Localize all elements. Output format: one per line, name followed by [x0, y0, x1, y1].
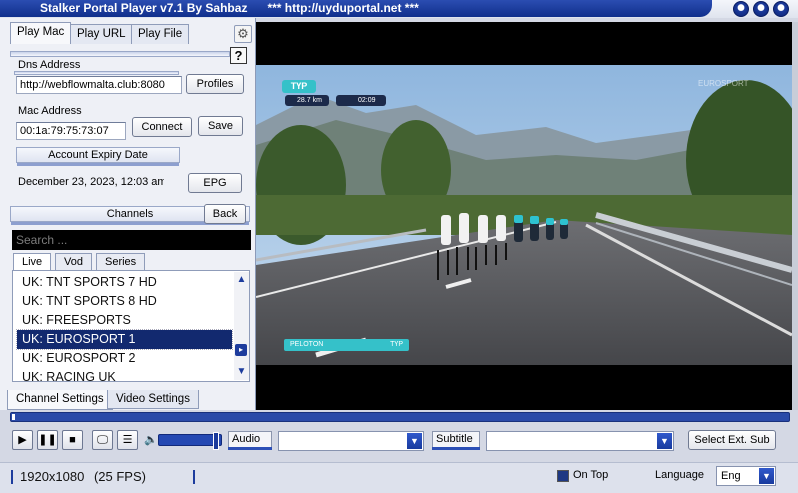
scroll-down-icon[interactable]: ▼ — [235, 366, 248, 378]
stop-icon: ■ — [69, 434, 76, 446]
channel-item[interactable]: UK: RACING UK — [17, 368, 232, 381]
play-button[interactable]: ▶ — [12, 430, 33, 450]
tab-video-settings[interactable]: Video Settings — [107, 390, 199, 409]
video-edge — [792, 22, 798, 410]
help-button[interactable]: ? — [230, 47, 247, 64]
tab-play-url[interactable]: Play URL — [70, 24, 133, 44]
channel-item-selected[interactable]: UK: EUROSPORT 1 — [16, 329, 233, 350]
channel-watermark: EUROSPORT — [698, 79, 749, 88]
channel-item[interactable]: UK: TNT SPORTS 7 HD — [17, 273, 232, 292]
pause-icon: ❚❚ — [38, 434, 57, 446]
overlay-distance: 28.7 km — [285, 95, 329, 106]
tab-channel-settings[interactable]: Channel Settings — [7, 390, 113, 410]
channel-item[interactable]: UK: FREESPORTS — [17, 311, 232, 330]
video-frame — [256, 65, 792, 365]
list-icon: ☰ — [122, 434, 133, 446]
minimize-button[interactable] — [733, 1, 749, 17]
chevron-down-icon[interactable]: ▼ — [407, 433, 422, 449]
status-separator — [193, 470, 195, 484]
channel-item[interactable]: UK: EUROSPORT 2 — [17, 349, 232, 368]
title-bar: Stalker Portal Player v7.1 By Sahbaz *** … — [0, 0, 798, 18]
panel-divider — [10, 51, 230, 57]
profiles-button[interactable]: Profiles — [186, 74, 244, 94]
channel-list-scrollbar[interactable]: ▲ ▸ ▼ — [234, 272, 249, 380]
dns-label: Dns Address — [18, 59, 81, 71]
audio-select[interactable]: ▼ — [278, 431, 424, 451]
fullscreen-button[interactable]: 🖵 — [92, 430, 113, 450]
stop-button[interactable]: ■ — [62, 430, 83, 450]
speaker-icon[interactable]: 🔈 — [144, 433, 158, 446]
chevron-down-icon[interactable]: ▼ — [657, 433, 672, 449]
maximize-button[interactable] — [753, 1, 769, 17]
playlist-button[interactable]: ☰ — [117, 430, 138, 450]
window-title-text: Stalker Portal Player v7.1 By Sahbaz — [40, 1, 248, 15]
window-title: Stalker Portal Player v7.1 By Sahbaz *** … — [0, 0, 712, 17]
close-button[interactable] — [773, 1, 789, 17]
epg-button[interactable]: EPG — [188, 173, 242, 193]
chevron-down-icon[interactable]: ▼ — [759, 468, 774, 484]
settings-gear-icon[interactable]: ⚙ — [234, 25, 252, 43]
fps-value: (25 FPS) — [93, 469, 146, 484]
account-expiry-value: December 23, 2023, 12:03 am — [18, 176, 164, 188]
pause-button[interactable]: ❚❚ — [37, 430, 58, 450]
language-select[interactable]: Eng ▼ — [716, 466, 776, 486]
monitor-icon: 🖵 — [97, 434, 108, 446]
language-label: Language — [655, 469, 704, 481]
tab-play-file[interactable]: Play File — [131, 24, 190, 44]
mac-label: Mac Address — [18, 105, 82, 117]
language-value: Eng — [721, 470, 741, 482]
channel-item[interactable]: UK: TNT SPORTS 8 HD — [17, 292, 232, 311]
back-button[interactable]: Back — [204, 204, 246, 224]
play-icon: ▶ — [18, 434, 27, 446]
dns-address-input[interactable]: http://webflowmalta.club:8080 — [16, 76, 182, 94]
video-resolution: 1920x1080 (25 FPS) — [20, 469, 146, 484]
tab-live[interactable]: Live — [13, 253, 52, 270]
tab-vod[interactable]: Vod — [55, 253, 92, 270]
select-ext-sub-button[interactable]: Select Ext. Sub — [688, 430, 776, 450]
subtitle-select[interactable]: ▼ — [486, 431, 674, 451]
tab-play-mac[interactable]: Play Mac — [10, 22, 72, 44]
overlay-peloton-label: PELOTON ТҮР — [284, 339, 409, 351]
mac-address-input[interactable]: 00:1a:79:75:73:07 — [16, 122, 126, 140]
connect-button[interactable]: Connect — [132, 117, 192, 137]
scroll-thumb[interactable]: ▸ — [235, 344, 247, 356]
dns-underline — [14, 71, 179, 75]
scroll-up-icon[interactable]: ▲ — [235, 274, 248, 286]
on-top-checkbox[interactable] — [557, 470, 569, 482]
seek-bar[interactable] — [10, 412, 790, 422]
volume-slider[interactable] — [158, 432, 222, 450]
audio-label: Audio — [228, 431, 272, 450]
resolution-value: 1920x1080 — [20, 469, 85, 484]
save-button[interactable]: Save — [198, 116, 243, 136]
peloton-flag: ТҮР — [390, 341, 403, 348]
overlay-time: 02:09 — [336, 95, 386, 106]
subtitle-label: Subtitle — [432, 431, 480, 450]
search-input[interactable]: Search ... — [12, 230, 251, 250]
tab-series[interactable]: Series — [96, 253, 146, 270]
peloton-text: PELOTON — [290, 341, 324, 348]
overlay-flag-badge: ТҮР — [282, 80, 316, 93]
account-expiry-header: Account Expiry Date — [16, 147, 180, 166]
channel-list[interactable]: UK: TNT SPORTS 7 HD UK: TNT SPORTS 8 HD … — [12, 270, 250, 382]
on-top-label: On Top — [573, 469, 609, 481]
status-separator — [11, 470, 13, 484]
video-player[interactable]: ТҮР 28.7 km 02:09 EUROSPORT PELOTON ТҮР — [256, 22, 792, 410]
window-title-url: *** http://uyduportal.net *** — [267, 1, 419, 15]
